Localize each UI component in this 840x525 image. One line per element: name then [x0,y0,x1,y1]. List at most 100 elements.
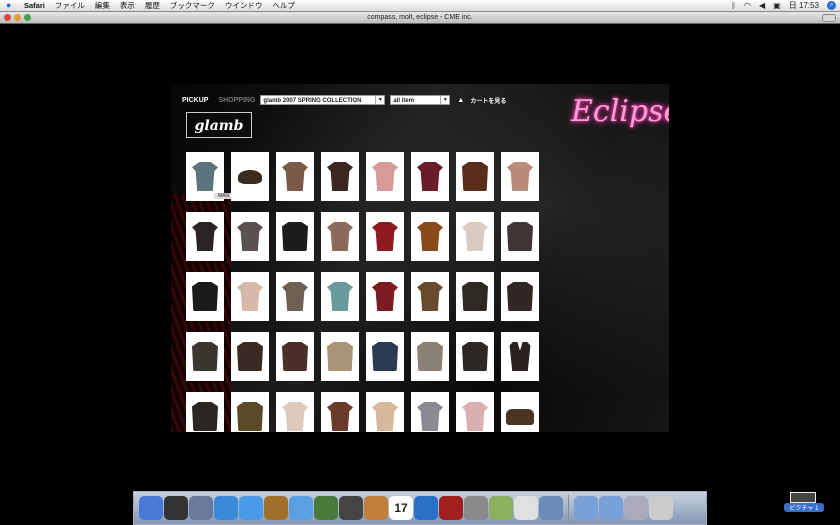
product-tile[interactable] [501,392,539,432]
product-tile[interactable] [366,332,404,381]
product-tile[interactable] [411,332,449,381]
address-book-icon[interactable] [264,496,288,520]
view-cart-link[interactable]: カートを見る [470,96,506,105]
finder-icon[interactable] [139,496,163,520]
apple-menu-icon[interactable]: ● [6,0,18,11]
product-tile[interactable] [456,272,494,321]
garageband-icon[interactable] [364,496,388,520]
product-tile[interactable] [276,152,314,201]
product-thumbnail [462,162,488,191]
system-prefs-icon[interactable] [189,496,213,520]
chevron-down-icon: ▼ [375,96,384,104]
script-editor-icon[interactable] [489,496,513,520]
category-select-value: all item [393,98,415,104]
product-thumbnail [237,342,263,371]
product-tile[interactable] [276,332,314,381]
product-thumbnail [507,162,533,191]
menu-view[interactable]: 表示 [120,0,135,11]
ichat-icon[interactable] [239,496,263,520]
product-tile[interactable] [231,272,269,321]
product-tile[interactable] [276,212,314,261]
ical-icon[interactable]: 17 [389,496,413,520]
product-tile[interactable] [231,212,269,261]
product-tile[interactable] [411,152,449,201]
window-title: compass, molt, eclipse - CME inc. [367,14,473,21]
product-tile[interactable] [411,392,449,432]
applications-folder-icon[interactable] [574,496,598,520]
product-tile[interactable] [186,392,224,432]
desktop-picture-file[interactable]: ピクチャ 1 [784,492,824,516]
product-tile[interactable] [186,212,224,261]
preview-icon[interactable] [514,496,538,520]
documents-folder-icon[interactable] [599,496,623,520]
category-select[interactable]: all item ▼ [390,95,451,105]
product-tile[interactable] [186,272,224,321]
eclipse-logo[interactable]: Eclipse [571,94,669,129]
product-tile[interactable] [366,272,404,321]
app-menu[interactable]: Safari [24,1,45,10]
menu-bookmarks[interactable]: ブックマーク [170,0,215,11]
safari-icon[interactable] [214,496,238,520]
menu-help[interactable]: ヘルプ [272,0,295,11]
product-thumbnail [509,342,531,371]
product-tile[interactable] [321,332,359,381]
system-icon[interactable] [464,496,488,520]
product-tile[interactable] [321,392,359,432]
nav-pickup[interactable]: PICKUP [182,97,208,104]
sync-icon[interactable] [414,496,438,520]
product-tile[interactable] [456,212,494,261]
product-tile[interactable] [366,392,404,432]
product-tile[interactable] [411,272,449,321]
product-tile[interactable] [411,212,449,261]
desktop-picture-label: ピクチャ 1 [784,503,824,512]
dvd-player-icon[interactable] [339,496,363,520]
collection-select[interactable]: glamb 2007 SPRING COLLECTION ▼ [260,95,386,105]
product-tile[interactable] [231,332,269,381]
input-menu-icon[interactable]: ▣ [773,0,781,11]
mail-icon[interactable] [624,496,648,520]
product-tile[interactable] [456,392,494,432]
product-tile[interactable] [321,212,359,261]
product-grid: MAN... T [186,152,539,432]
product-tile[interactable] [276,272,314,321]
spotlight-icon[interactable]: ⌕ [827,1,836,10]
product-thumbnail [417,162,443,191]
volume-icon[interactable]: ◀ [759,0,765,11]
trash-icon[interactable] [649,496,673,520]
menu-edit[interactable]: 編集 [95,0,110,11]
bluetooth-icon[interactable]: ᛒ [731,0,736,11]
product-tile[interactable] [501,212,539,261]
product-tile[interactable] [366,212,404,261]
product-thumbnail [372,222,398,251]
glamb-brand-logo[interactable]: glamb [186,112,252,138]
product-thumbnail [192,162,218,191]
product-tile[interactable] [321,152,359,201]
product-tile[interactable] [231,392,269,432]
iphoto-icon[interactable] [314,496,338,520]
clock[interactable]: 日 17:53 [789,0,819,11]
nav-shopping[interactable]: SHOPPING [218,97,255,104]
photo-icon[interactable] [539,496,563,520]
product-tile[interactable] [321,272,359,321]
front-row-icon[interactable] [439,496,463,520]
product-tile[interactable] [456,332,494,381]
product-tile[interactable] [501,152,539,201]
product-tile[interactable]: MAN... T [186,152,242,201]
product-tile[interactable] [501,332,539,381]
menu-window[interactable]: ウインドウ [225,0,263,11]
toolbar-toggle-button[interactable] [822,14,836,22]
wifi-icon[interactable]: ◠ [744,0,751,11]
product-tile[interactable] [366,152,404,201]
menu-file[interactable]: ファイル [55,0,85,11]
product-tile[interactable] [276,392,314,432]
product-thumbnail [462,222,488,251]
product-tile[interactable] [501,272,539,321]
product-thumbnail [237,282,263,311]
itunes-icon[interactable] [289,496,313,520]
menu-history[interactable]: 履歴 [145,0,160,11]
product-tile[interactable] [231,152,269,201]
product-tile[interactable] [186,332,224,381]
product-tile[interactable] [456,152,494,201]
product-thumbnail [282,222,308,251]
dashboard-icon[interactable] [164,496,188,520]
